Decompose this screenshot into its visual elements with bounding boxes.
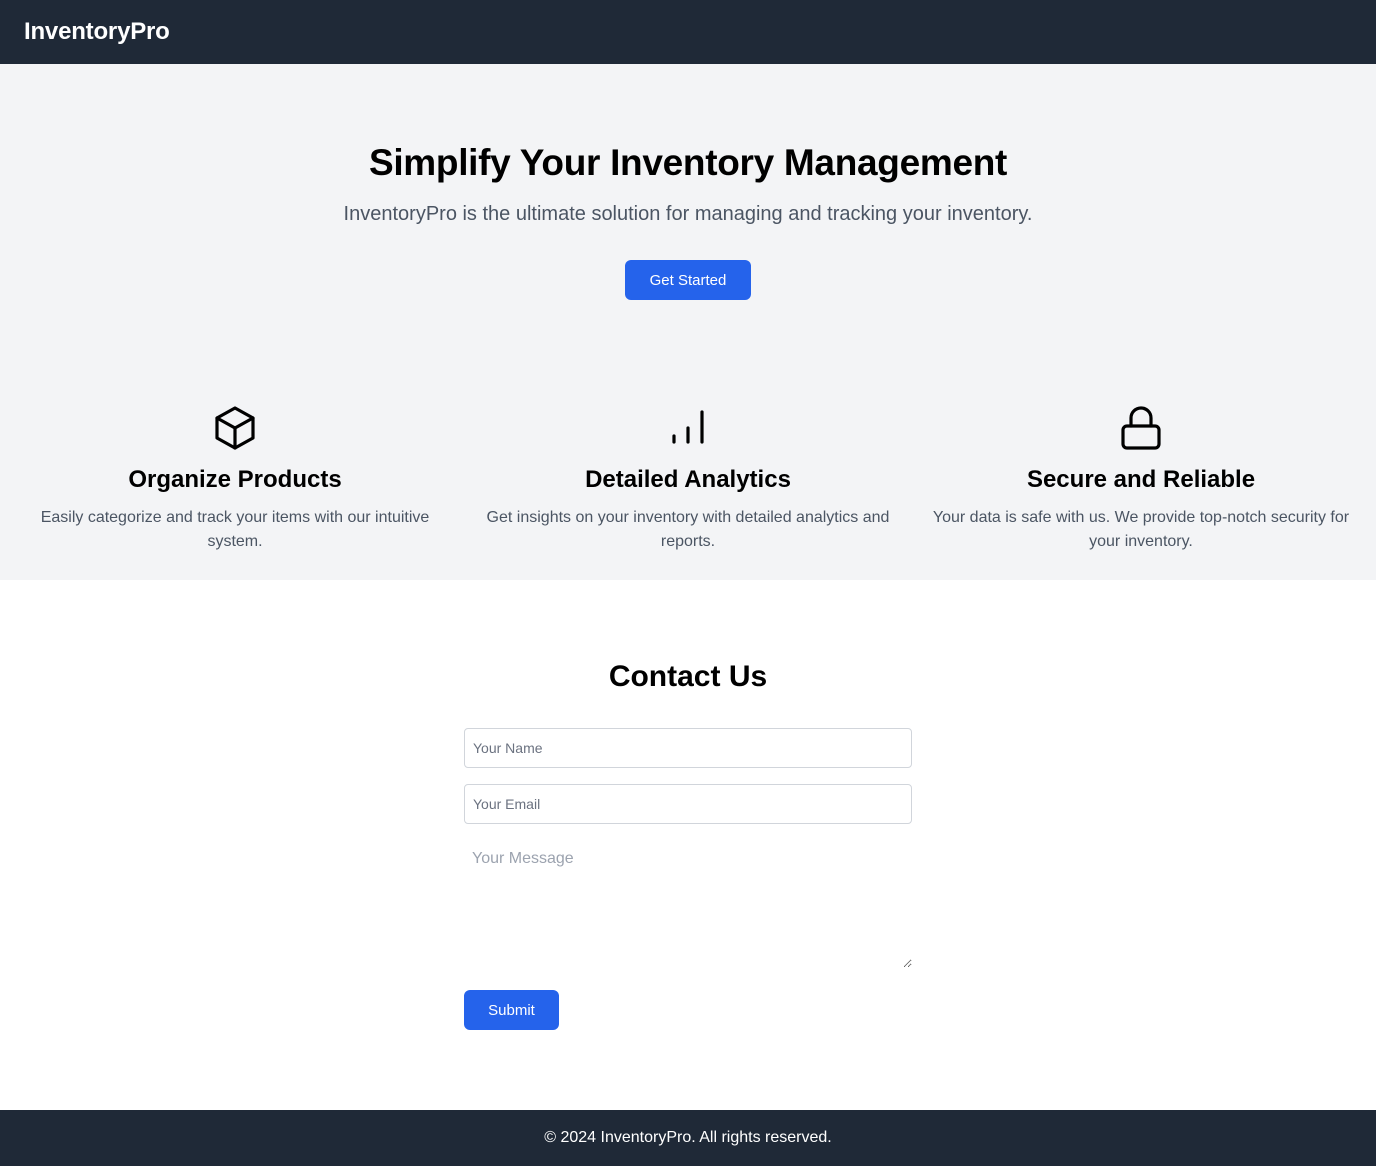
message-textarea[interactable]: [464, 840, 912, 968]
email-input[interactable]: [464, 784, 912, 824]
lock-icon: [1121, 406, 1161, 450]
feature-title: Detailed Analytics: [585, 466, 791, 493]
feature-description: Easily categorize and track your items w…: [40, 509, 430, 550]
feature-description: Get insights on your inventory with deta…: [486, 509, 890, 550]
submit-button[interactable]: Submit: [464, 990, 559, 1030]
top-nav: InventoryPro: [0, 0, 1376, 64]
brand-logo-link[interactable]: InventoryPro: [24, 18, 170, 46]
hero-subtitle: InventoryPro is the ultimate solution fo…: [343, 203, 1033, 225]
feature-title: Organize Products: [128, 466, 342, 493]
cube-icon: [215, 406, 255, 450]
copyright-text: © 2024 InventoryPro. All rights reserved…: [544, 1129, 832, 1146]
name-input[interactable]: [464, 728, 912, 768]
hero-title: Simplify Your Inventory Management: [368, 142, 1008, 183]
get-started-button[interactable]: Get Started: [625, 260, 751, 300]
contact-title: Contact Us: [608, 660, 768, 693]
feature-title: Secure and Reliable: [1026, 466, 1256, 493]
feature-organize-products: Organize Products Easily categorize and …: [6, 404, 464, 554]
feature-description: Your data is safe with us. We provide to…: [932, 509, 1350, 550]
hero-section: Simplify Your Inventory Management Inven…: [0, 64, 1376, 580]
footer: © 2024 InventoryPro. All rights reserved…: [0, 1110, 1376, 1166]
bar-chart-icon: [672, 410, 704, 444]
feature-detailed-analytics: Detailed Analytics Get insights on your …: [459, 404, 917, 554]
feature-secure-reliable: Secure and Reliable Your data is safe wi…: [912, 404, 1370, 554]
